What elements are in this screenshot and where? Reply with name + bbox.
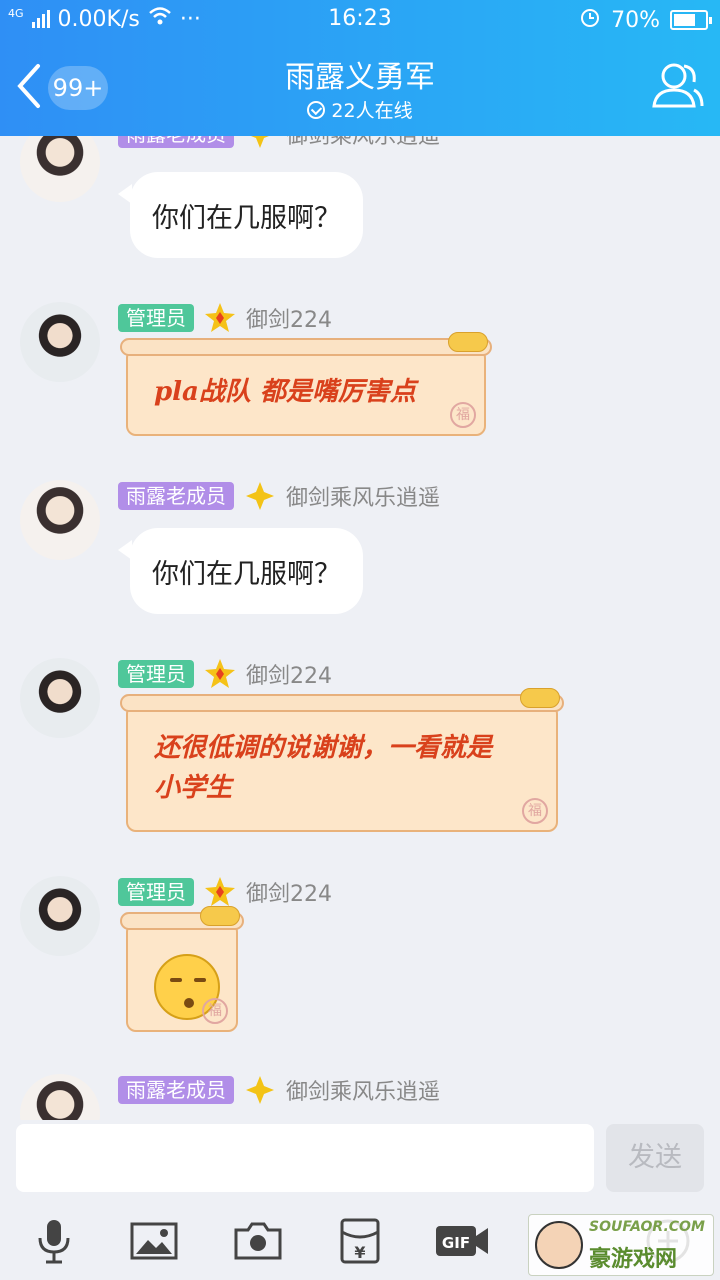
sender-name: 御剑乘风乐逍遥 — [286, 1080, 441, 1105]
input-bar: 发送 — [0, 1120, 720, 1200]
text-bubble[interactable]: 你们在几服啊？ — [118, 528, 363, 614]
microphone-icon — [38, 1220, 70, 1264]
knot-ornament-icon — [448, 332, 488, 352]
top-bar: 4G 0.00K/s ··· 16:23 70% 99+ 雨露义勇军 22人在线 — [0, 0, 720, 136]
avatar[interactable] — [20, 876, 100, 956]
rank-diamond-icon — [244, 136, 276, 150]
member-title-badge: 雨露老成员 — [118, 482, 234, 510]
seal-stamp-icon: 福 — [202, 998, 228, 1024]
avatar[interactable] — [20, 136, 100, 202]
chat-list[interactable]: 雨露老成员 御剑乘风乐逍遥 你们在几服啊？ 管理员 御剑224 pla战队 都是… — [0, 136, 720, 1120]
rank-star-icon — [204, 876, 236, 908]
avatar[interactable] — [20, 1074, 100, 1120]
avatar[interactable] — [20, 658, 100, 738]
svg-text:GIF: GIF — [442, 1234, 470, 1252]
site-watermark-logo: SOUFAOR.COM 豪游戏网 — [528, 1214, 714, 1276]
admin-badge: 管理员 — [118, 660, 194, 688]
message-meta: 雨露老成员 御剑乘风乐逍遥 — [118, 136, 440, 150]
knot-ornament-icon — [200, 906, 240, 926]
message-meta: 雨露老成员 御剑乘风乐逍遥 — [118, 1074, 440, 1106]
camera-icon — [234, 1222, 282, 1260]
rank-star-icon — [204, 658, 236, 690]
watermark-line-1: SOUFAOR.COM — [589, 1219, 705, 1235]
message-text: 还很低调的说谢谢，一看就是小学生 — [154, 733, 493, 803]
sender-name: 御剑224 — [246, 308, 332, 333]
seal-stamp-icon: 福 — [450, 402, 476, 428]
admin-badge: 管理员 — [118, 878, 194, 906]
gif-button[interactable]: GIF — [434, 1218, 490, 1264]
online-count[interactable]: 22人在线 — [0, 96, 720, 123]
message-text: pla战队 都是嘴厉害点 — [154, 377, 416, 407]
image-button[interactable] — [130, 1218, 178, 1264]
rank-star-icon — [204, 302, 236, 334]
sender-name: 御剑乘风乐逍遥 — [286, 486, 441, 511]
scroll-bubble[interactable]: 福 — [120, 906, 244, 1032]
online-count-label: 22人在线 — [331, 100, 413, 122]
red-packet-icon: ¥ — [340, 1218, 380, 1264]
member-title-badge: 雨露老成员 — [118, 136, 234, 148]
message-meta: 管理员 御剑224 — [118, 302, 332, 334]
member-title-badge: 雨露老成员 — [118, 1076, 234, 1104]
online-check-icon — [307, 100, 326, 119]
message-text: 你们在几服啊？ — [152, 558, 341, 590]
voice-button[interactable] — [30, 1218, 78, 1264]
rank-diamond-icon — [244, 480, 276, 512]
members-icon — [652, 63, 704, 108]
message-meta: 管理员 御剑224 — [118, 876, 332, 908]
seal-stamp-icon: 福 — [522, 798, 548, 824]
sender-name: 御剑224 — [246, 664, 332, 689]
group-members-button[interactable] — [650, 60, 704, 110]
scroll-bubble[interactable]: pla战队 都是嘴厉害点 福 — [120, 332, 492, 436]
watermark-line-2: 豪游戏网 — [589, 1247, 678, 1272]
message-input[interactable] — [16, 1124, 594, 1192]
sender-name: 御剑224 — [246, 882, 332, 907]
knot-ornament-icon — [520, 688, 560, 708]
rank-diamond-icon — [244, 1074, 276, 1106]
gif-video-icon: GIF — [436, 1226, 488, 1256]
mascot-face-icon — [535, 1221, 583, 1269]
send-button[interactable]: 发送 — [606, 1124, 704, 1192]
avatar[interactable] — [20, 302, 100, 382]
scroll-bubble[interactable]: 还很低调的说谢谢，一看就是小学生 福 — [120, 688, 564, 832]
image-icon — [130, 1222, 178, 1260]
avatar[interactable] — [20, 480, 100, 560]
sender-name: 御剑乘风乐逍遥 — [286, 136, 441, 149]
text-bubble[interactable]: 你们在几服啊？ — [118, 172, 363, 258]
status-bar: 4G 0.00K/s ··· 16:23 70% — [0, 0, 720, 40]
alarm-icon — [579, 6, 601, 34]
battery-percent: 70% — [611, 7, 660, 33]
camera-button[interactable] — [234, 1218, 282, 1264]
admin-badge: 管理员 — [118, 304, 194, 332]
message-text: 你们在几服啊？ — [152, 202, 341, 234]
message-meta: 雨露老成员 御剑乘风乐逍遥 — [118, 480, 440, 512]
group-title: 雨露义勇军 — [285, 60, 435, 95]
battery-icon — [670, 10, 712, 30]
red-packet-button[interactable]: ¥ — [336, 1218, 384, 1264]
message-meta: 管理员 御剑224 — [118, 658, 332, 690]
svg-text:¥: ¥ — [354, 1243, 365, 1262]
